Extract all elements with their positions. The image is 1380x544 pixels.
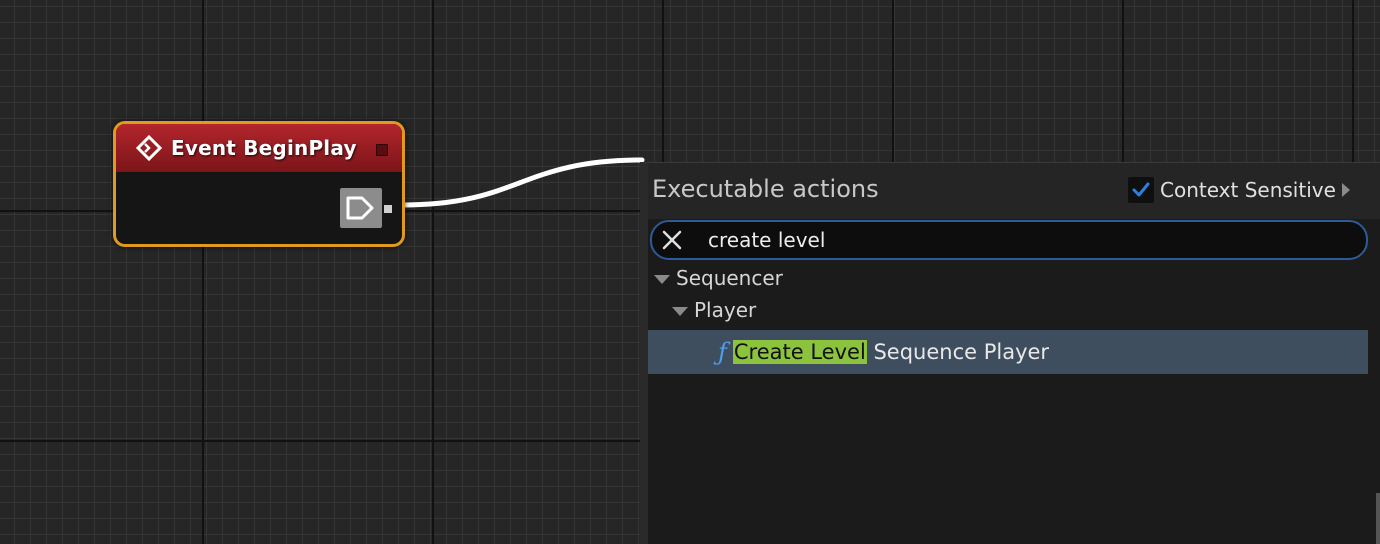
action-menu-header: Executable actions Context Sensitive — [648, 163, 1380, 219]
blueprint-graph-canvas[interactable]: Event BeginPlay Executable actions Conte… — [0, 0, 1380, 544]
search-input[interactable] — [708, 226, 1338, 254]
event-diamond-icon — [135, 134, 163, 162]
action-item-create-level-sequence-player[interactable]: ƒ Create Level Sequence Player — [648, 330, 1368, 374]
collapse-triangle-icon[interactable] — [654, 274, 670, 284]
event-beginplay-node[interactable]: Event BeginPlay — [113, 121, 405, 247]
action-results-tree: Sequencer Player ƒ Create Level Sequence… — [648, 262, 1368, 374]
tree-subcategory-label: Player — [694, 298, 757, 322]
collapse-triangle-icon[interactable] — [672, 306, 688, 316]
context-sensitive-toggle[interactable]: Context Sensitive — [1128, 177, 1350, 203]
tree-category-sequencer[interactable]: Sequencer — [648, 262, 1368, 294]
search-match-highlight: Create Level — [732, 340, 867, 364]
clear-search-icon[interactable] — [660, 228, 684, 252]
action-menu-panel: Executable actions Context Sensitive cre… — [640, 162, 1380, 544]
context-sensitive-checkbox[interactable] — [1128, 177, 1154, 203]
tree-category-player[interactable]: Player — [648, 294, 1368, 326]
search-box[interactable] — [650, 220, 1368, 260]
action-item-label-rest: Sequence Player — [866, 340, 1050, 364]
context-sensitive-label[interactable]: Context Sensitive — [1160, 178, 1336, 202]
exec-pin-connector — [384, 205, 392, 213]
node-header[interactable]: Event BeginPlay — [116, 124, 402, 172]
scrollbar[interactable] — [1376, 493, 1380, 544]
tree-category-label: Sequencer — [676, 266, 783, 290]
action-menu-title: Executable actions — [652, 175, 879, 203]
function-icon: ƒ — [718, 338, 727, 366]
checkmark-icon — [1132, 182, 1150, 197]
node-title: Event BeginPlay — [171, 136, 357, 160]
expand-arrow-icon[interactable] — [1341, 183, 1350, 197]
exec-output-pin[interactable] — [340, 188, 382, 228]
delegate-output-pin[interactable] — [376, 144, 388, 156]
